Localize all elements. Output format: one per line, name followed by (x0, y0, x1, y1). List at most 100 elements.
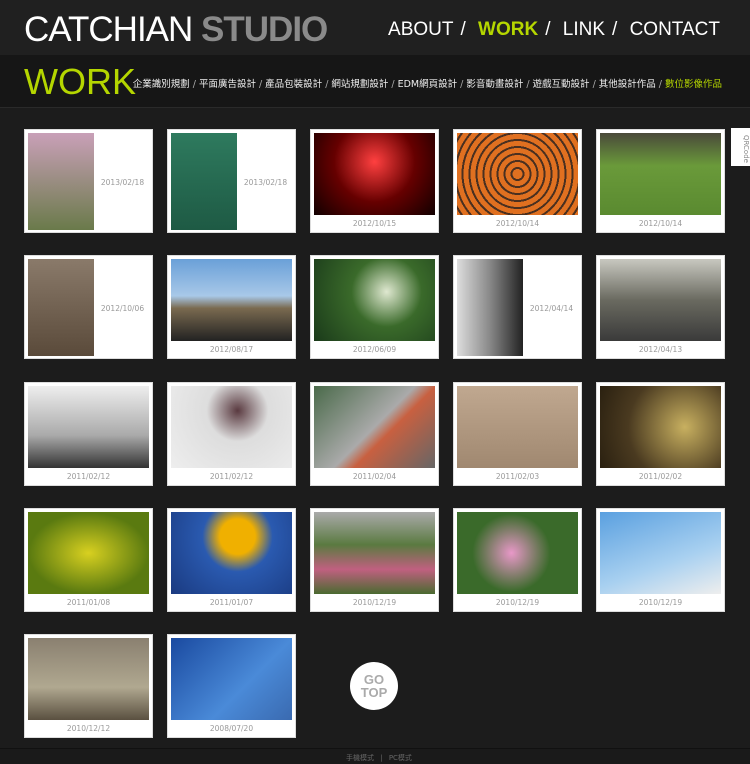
gallery-item[interactable]: 2011/02/12 (24, 381, 153, 486)
category-link[interactable]: 數位影像作品 (665, 79, 722, 90)
item-date: 2011/02/04 (352, 471, 397, 481)
thumbnail-image[interactable] (314, 511, 435, 594)
gallery-item[interactable]: 2011/01/08 (24, 507, 153, 612)
go-top-button[interactable]: GO TOP (350, 662, 398, 710)
thumbnail-image[interactable] (171, 638, 292, 721)
main-nav: ABOUT / WORK / LINK / CONTACT (388, 19, 720, 40)
item-date: 2011/01/08 (66, 597, 111, 607)
logo-main: CATCHIAN (24, 10, 193, 49)
thumbnail-image[interactable] (600, 259, 721, 342)
gallery-item[interactable]: 2010/12/19 (453, 507, 582, 612)
item-date: 2011/02/12 (66, 471, 111, 481)
gallery-item[interactable]: 2012/06/09 (310, 255, 439, 360)
thumbnail-image[interactable] (314, 385, 435, 468)
category-link[interactable]: 產品包裝設計 (265, 79, 322, 90)
category-link[interactable]: 網站規劃設計 (331, 79, 388, 90)
thumbnail-image[interactable] (314, 259, 435, 342)
item-date: 2012/10/06 (100, 304, 145, 314)
item-date: 2012/10/15 (352, 219, 397, 228)
gallery-item[interactable]: 2012/10/14 (453, 129, 582, 233)
category-separator: / (325, 79, 329, 90)
item-date: 2010/12/12 (66, 724, 111, 734)
page-title: WORK (24, 61, 136, 102)
gallery-item[interactable]: 2012/10/14 (596, 129, 725, 233)
item-date: 2011/02/12 (209, 471, 254, 481)
nav-about[interactable]: ABOUT (388, 19, 453, 40)
gallery-item[interactable]: 2008/07/20 (167, 634, 296, 739)
thumbnail-image[interactable] (600, 385, 721, 468)
item-date: 2012/10/14 (495, 219, 540, 228)
category-link[interactable]: 影音動畫設計 (466, 79, 523, 90)
nav-link[interactable]: LINK (563, 19, 605, 40)
category-separator: / (592, 79, 596, 90)
gallery-item[interactable]: 2012/10/06 (24, 255, 153, 360)
item-date: 2011/01/07 (209, 597, 254, 607)
thumbnail-image[interactable] (28, 133, 94, 230)
gallery-item[interactable]: 2012/04/13 (596, 255, 725, 360)
category-link[interactable]: 企業識別規劃 (133, 79, 190, 90)
item-date: 2011/02/03 (495, 471, 540, 481)
item-date: 2012/06/09 (352, 345, 397, 355)
category-separator: / (526, 79, 530, 90)
gallery-item[interactable]: 2012/08/17 (167, 255, 296, 360)
mobile-mode-link[interactable]: 手機模式 (346, 754, 374, 762)
thumbnail-image[interactable] (600, 511, 721, 594)
gallery-item[interactable]: 2010/12/19 (310, 507, 439, 612)
thumbnail-image[interactable] (28, 511, 149, 594)
category-link[interactable]: 其他設計作品 (599, 79, 656, 90)
top-bar: CATCHIAN STUDIO ABOUT / WORK / LINK / CONTA… (0, 0, 750, 55)
thumbnail-image[interactable] (171, 511, 292, 594)
category-separator: / (460, 79, 464, 90)
gallery-item[interactable]: 2011/01/07 (167, 507, 296, 612)
gallery-item[interactable]: 2012/10/15 (310, 129, 439, 233)
category-separator: / (658, 79, 662, 90)
go-top-line2: TOP (360, 685, 388, 700)
category-separator: / (192, 79, 196, 90)
footer: 手機模式 | PC模式 (0, 748, 750, 764)
category-link[interactable]: 遊戲互動設計 (533, 79, 590, 90)
thumbnail-image[interactable] (457, 385, 578, 468)
category-nav: 企業識別規劃 / 平面廣告設計 / 產品包裝設計 / 網站規劃設計 / EDM網頁設計 / 影音動畫… (133, 76, 722, 90)
thumbnail-image[interactable] (171, 133, 237, 230)
gallery-item[interactable]: 2011/02/12 (167, 381, 296, 486)
thumbnail-image[interactable] (28, 638, 149, 721)
gallery-item[interactable]: 2013/02/18 (167, 129, 296, 233)
thumbnail-image[interactable] (600, 133, 721, 215)
gallery-item[interactable]: 2010/12/12 (24, 634, 153, 739)
item-date: 2010/12/19 (495, 597, 540, 607)
thumbnail-image[interactable] (457, 133, 578, 215)
item-date: 2012/08/17 (209, 345, 254, 355)
thumbnail-image[interactable] (28, 259, 94, 357)
logo-accent: STUDIO (201, 10, 328, 49)
gallery-item[interactable]: 2010/12/19 (596, 507, 725, 612)
gallery-item[interactable]: 2012/04/14 (453, 255, 582, 360)
gallery-item[interactable]: 2011/02/04 (310, 381, 439, 486)
nav-work[interactable]: WORK (478, 19, 538, 40)
category-separator: / (391, 79, 395, 90)
category-link[interactable]: EDM網頁設計 (398, 79, 458, 90)
gallery-item[interactable]: 2011/02/03 (453, 381, 582, 486)
category-separator: / (258, 79, 263, 90)
thumbnail-image[interactable] (314, 133, 435, 215)
qrcode-tab[interactable]: QRCode (731, 128, 750, 166)
footer-separator: | (380, 754, 383, 762)
thumbnail-image[interactable] (457, 511, 578, 594)
thumbnail-image[interactable] (457, 259, 523, 357)
logo[interactable]: CATCHIAN STUDIO (24, 10, 328, 50)
item-date: 2013/02/18 (100, 178, 145, 187)
thumbnail-image[interactable] (171, 259, 292, 342)
thumbnail-image[interactable] (171, 385, 292, 468)
item-date: 2010/12/19 (638, 597, 683, 607)
item-date: 2008/07/20 (209, 724, 254, 734)
item-date: 2012/04/13 (638, 345, 683, 355)
nav-contact[interactable]: CONTACT (630, 19, 720, 40)
gallery-item[interactable]: 2013/02/18 (24, 129, 153, 233)
item-date: 2011/02/02 (638, 471, 683, 481)
item-date: 2012/04/14 (529, 304, 574, 314)
category-link[interactable]: 平面廣告設計 (199, 79, 256, 90)
sub-header: WORK 企業識別規劃 / 平面廣告設計 / 產品包裝設計 / 網站規劃設計 / EDM網頁設計… (0, 55, 750, 108)
item-date: 2010/12/19 (352, 597, 397, 607)
thumbnail-image[interactable] (28, 385, 149, 468)
gallery-item[interactable]: 2011/02/02 (596, 381, 725, 486)
pc-mode-link[interactable]: PC模式 (389, 754, 412, 762)
